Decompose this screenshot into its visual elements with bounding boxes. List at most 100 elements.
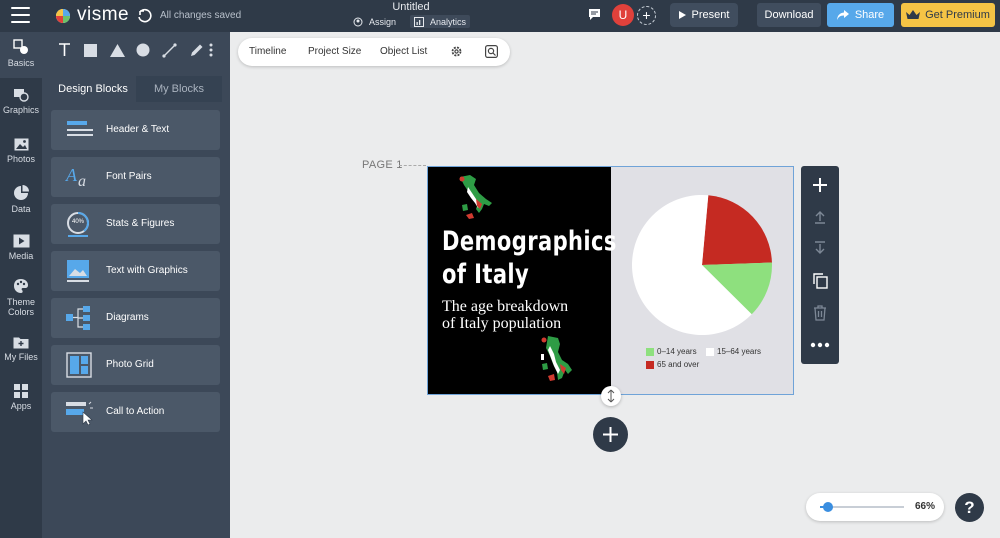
add-page-button[interactable] [593, 417, 628, 452]
block-label: Call to Action [106, 406, 165, 417]
page-label-connector [399, 165, 426, 166]
present-button[interactable]: Present [670, 3, 738, 27]
legend-label: 15–64 years [717, 347, 762, 356]
help-button[interactable]: ? [955, 493, 984, 522]
assign-icon [353, 17, 363, 26]
block-header-text[interactable]: Header & Text [51, 110, 220, 150]
move-down-icon[interactable] [810, 238, 830, 258]
call-to-action-icon [66, 401, 93, 425]
legend-swatch [646, 347, 654, 356]
age-pie-chart[interactable] [620, 187, 784, 367]
top-bar: visme All changes saved Untitled Assign … [0, 0, 1000, 32]
rail-item-photos[interactable]: Photos [0, 138, 42, 164]
pie-slice-65-and-over[interactable] [702, 195, 772, 265]
rail-item-graphics[interactable]: Graphics [0, 88, 42, 115]
circle-tool[interactable] [134, 41, 152, 59]
page-resize-handle[interactable] [601, 386, 621, 406]
circle-icon [136, 43, 150, 57]
slide-left-panel[interactable]: Demographics of Italy The age breakdown … [428, 167, 617, 394]
more-tools-button[interactable] [206, 41, 216, 59]
block-label: Text with Graphics [106, 265, 188, 276]
panel-tabs: Design Blocks My Blocks [50, 76, 222, 102]
svg-text:A: A [65, 165, 78, 185]
download-button[interactable]: Download [757, 3, 821, 27]
duplicate-icon[interactable] [810, 271, 830, 291]
photos-icon [14, 138, 28, 151]
triangle-icon [109, 43, 125, 57]
share-button[interactable]: Share [827, 3, 894, 27]
slide-subtitle[interactable]: The age breakdown of Italy population [442, 298, 607, 332]
slide-subtitle-line-2: of Italy population [442, 315, 562, 332]
add-collaborator-button[interactable]: + [637, 6, 656, 25]
text-tool[interactable] [55, 41, 73, 59]
user-avatar[interactable]: U [612, 4, 634, 26]
legend-item: 15–64 years [706, 347, 761, 356]
header-text-icon [67, 121, 93, 136]
rail-label-theme-colors: Theme Colors [6, 297, 35, 317]
zoom-value[interactable]: 66% [915, 501, 935, 512]
object-list-button[interactable]: Object List [380, 46, 427, 57]
photo-grid-icon [66, 352, 92, 378]
zoom-track[interactable] [820, 506, 904, 508]
legend-item: 65 and over [646, 360, 699, 369]
block-photo-grid[interactable]: Photo Grid [51, 345, 220, 385]
block-call-to-action[interactable]: Call to Action [51, 392, 220, 432]
rail-item-my-files[interactable]: My Files [0, 336, 42, 362]
rail-item-basics[interactable]: Basics [0, 32, 42, 78]
block-diagrams[interactable]: Diagrams [51, 298, 220, 338]
triangle-tool[interactable] [108, 41, 126, 59]
timeline-button[interactable]: Timeline [249, 46, 286, 57]
block-label: Diagrams [106, 312, 149, 323]
comment-icon[interactable] [588, 8, 601, 21]
italy-map-graphic-2[interactable] [538, 334, 574, 384]
document-title[interactable]: Untitled [360, 1, 462, 13]
add-icon[interactable] [810, 175, 830, 195]
rectangle-tool[interactable] [81, 41, 99, 59]
share-icon [836, 10, 849, 20]
rail-label-apps: Apps [10, 401, 32, 411]
italy-map-graphic[interactable] [454, 173, 494, 223]
tab-my-blocks[interactable]: My Blocks [136, 76, 222, 102]
block-label: Stats & Figures [106, 218, 175, 229]
preview-search-icon[interactable] [485, 45, 498, 58]
trash-icon[interactable] [810, 303, 830, 323]
legend-swatch [706, 347, 714, 356]
folder-icon [13, 337, 29, 349]
visme-logo[interactable]: visme [52, 4, 129, 26]
page-side-tools [801, 166, 839, 364]
rail-item-media[interactable]: Media [0, 234, 42, 261]
legend-label: 0–14 years [657, 347, 697, 356]
tab-design-blocks[interactable]: Design Blocks [50, 76, 136, 102]
move-up-icon[interactable] [810, 207, 830, 227]
undo-icon[interactable] [136, 7, 152, 23]
font-pairs-icon: Aa [65, 165, 86, 190]
rail-label-graphics: Graphics [2, 105, 39, 115]
analytics-button[interactable]: Analytics [410, 15, 471, 28]
block-stats-figures[interactable]: 40% Stats & Figures [51, 204, 220, 244]
settings-gear-icon[interactable] [450, 45, 463, 58]
stats-icon-text: 40% [72, 219, 85, 225]
graphics-icon [14, 89, 29, 102]
line-tool[interactable] [160, 41, 178, 59]
rail-item-theme-colors[interactable]: Theme Colors [0, 278, 42, 317]
block-text-with-graphics[interactable]: Text with Graphics [51, 251, 220, 291]
present-label: Present [691, 9, 730, 21]
play-icon [678, 11, 686, 19]
assign-button[interactable]: Assign [353, 15, 396, 28]
menu-icon[interactable] [11, 7, 30, 23]
project-size-button[interactable]: Project Size [308, 46, 361, 57]
rail-label-data: Data [11, 204, 31, 214]
line-icon [161, 42, 177, 58]
pen-tool[interactable] [187, 41, 205, 59]
block-font-pairs[interactable]: Aa Font Pairs [51, 157, 220, 197]
resize-arrows-icon [607, 389, 615, 403]
slide-page[interactable]: Demographics of Italy The age breakdown … [427, 166, 794, 395]
rail-item-data[interactable]: Data [0, 185, 42, 214]
more-horizontal-icon[interactable] [810, 335, 830, 355]
apps-icon [14, 384, 28, 398]
get-premium-button[interactable]: Get Premium [901, 3, 995, 27]
zoom-slider-knob[interactable] [822, 502, 833, 512]
slide-title[interactable]: Demographics of Italy [442, 225, 617, 291]
slide-title-line-1: Demographics [442, 226, 617, 257]
rail-item-apps[interactable]: Apps [0, 384, 42, 411]
